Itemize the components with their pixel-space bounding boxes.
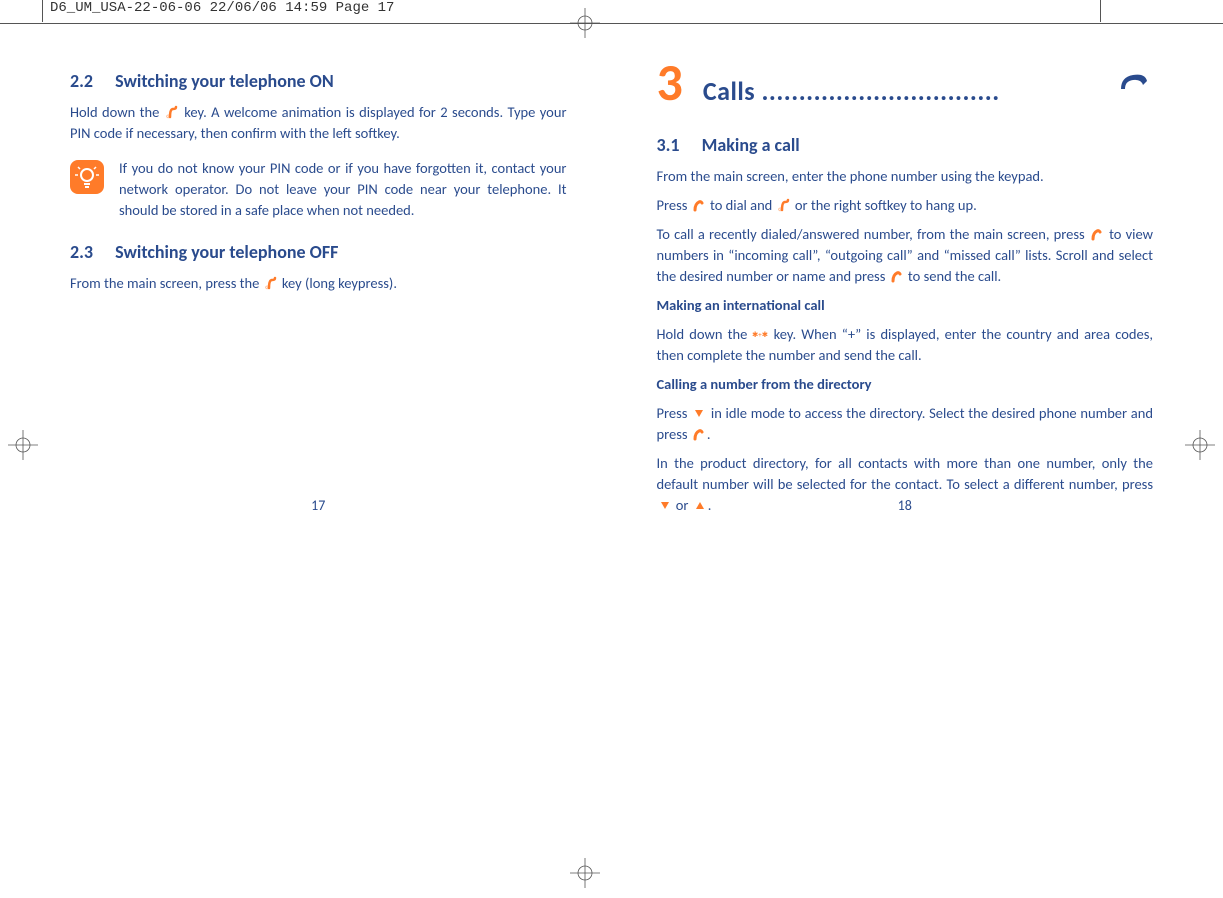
callout-text: If you do not know your PIN code or if y…: [119, 158, 567, 221]
body-text: Press to dial and ⊙ or the right softkey…: [657, 195, 1154, 216]
body-text: From the main screen, press the ⊙ key (l…: [70, 273, 567, 294]
svg-text:✱+✱: ✱+✱: [752, 330, 768, 339]
send-key-icon: [1089, 226, 1105, 240]
section-title: Making a call: [702, 134, 800, 156]
star-key-icon: ✱+✱: [752, 326, 768, 340]
down-arrow-icon: [657, 497, 673, 511]
heading-2-2: 2.2 Switching your telephone ON: [70, 70, 567, 92]
heading-2-3: 2.3 Switching your telephone OFF: [70, 241, 567, 263]
body-text: From the main screen, enter the phone nu…: [657, 166, 1154, 187]
end-key-icon: ⊙: [263, 275, 279, 289]
svg-text:⊙: ⊙: [265, 285, 269, 290]
section-number: 2.2: [70, 70, 93, 92]
chapter-number: 3: [657, 50, 683, 114]
svg-text:⊙: ⊙: [166, 114, 170, 119]
registration-mark-icon: [570, 858, 600, 888]
section-number: 2.3: [70, 241, 93, 263]
chapter-title: Calls ................................: [703, 75, 1093, 107]
section-title: Switching your telephone OFF: [115, 241, 338, 263]
send-key-icon: [691, 426, 707, 440]
end-key-icon: ⊙: [776, 197, 792, 211]
page-number: 18: [898, 497, 912, 514]
end-key-icon: ⊙: [164, 104, 180, 118]
chapter-heading: 3 Calls ................................: [657, 50, 1154, 114]
page-number: 17: [311, 497, 325, 514]
lightbulb-icon: [70, 160, 104, 194]
send-key-icon: [691, 197, 707, 211]
subheading: Calling a number from the directory: [657, 374, 1154, 395]
section-number: 3.1: [657, 134, 680, 156]
up-arrow-icon: [692, 497, 708, 511]
heading-3-1: 3.1 Making a call: [657, 134, 1154, 156]
info-callout: If you do not know your PIN code or if y…: [70, 158, 567, 221]
svg-text:⊙: ⊙: [778, 207, 782, 212]
phone-icon: [1113, 67, 1153, 97]
page-right: 3 Calls ................................…: [657, 50, 1154, 524]
section-title: Switching your telephone ON: [115, 70, 334, 92]
send-key-icon: [889, 268, 905, 282]
down-arrow-icon: [691, 405, 707, 419]
body-text: To call a recently dialed/answered numbe…: [657, 224, 1154, 287]
body-text: Hold down the ⊙ key. A welcome animation…: [70, 102, 567, 144]
subheading: Making an international call: [657, 295, 1154, 316]
page-left: 2.2 Switching your telephone ON Hold dow…: [70, 50, 567, 524]
body-text: Press in idle mode to access the directo…: [657, 403, 1154, 445]
body-text: Hold down the ✱+✱ key. When “+” is displ…: [657, 324, 1154, 366]
